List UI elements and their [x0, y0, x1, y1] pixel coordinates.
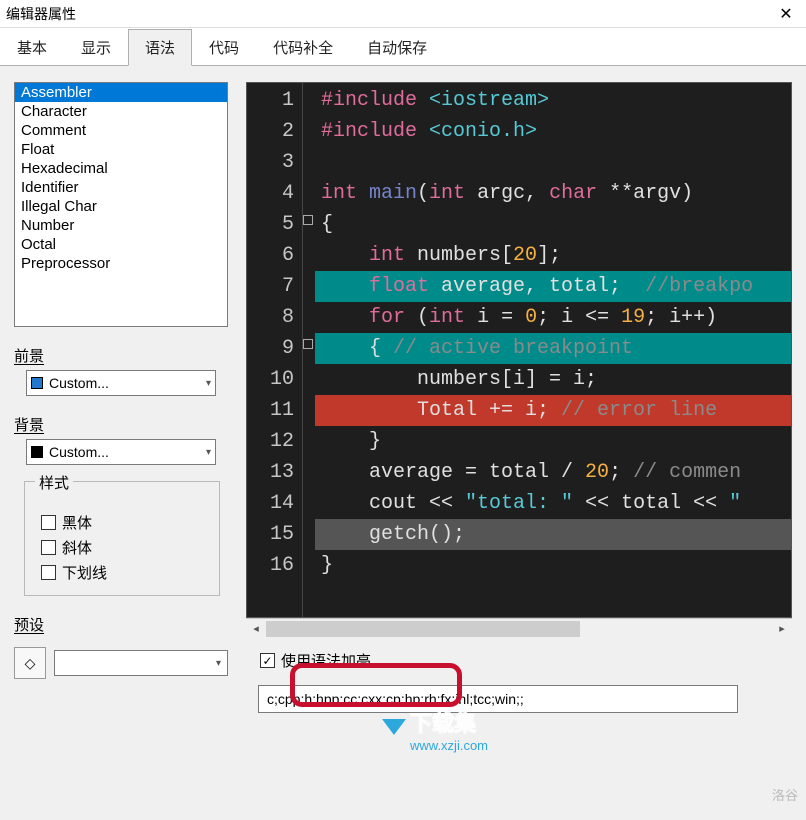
- style-group: 样式 黑体 斜体 下划线: [24, 481, 220, 596]
- background-label: 背景: [14, 414, 228, 435]
- list-item[interactable]: Assembler: [15, 83, 227, 102]
- list-item[interactable]: Octal: [15, 235, 227, 254]
- italic-checkbox-row[interactable]: 斜体: [35, 535, 209, 560]
- list-item[interactable]: Hexadecimal: [15, 159, 227, 178]
- diskette-icon: ◇: [25, 655, 36, 672]
- tab-display[interactable]: 显示: [64, 29, 128, 66]
- fold-marker-icon[interactable]: [303, 215, 313, 225]
- style-group-title: 样式: [35, 472, 73, 493]
- list-item[interactable]: Comment: [15, 121, 227, 140]
- underline-label: 下划线: [62, 562, 107, 583]
- download-arrow-icon: [382, 719, 406, 735]
- use-syntax-highlight-checkbox[interactable]: ✓ 使用语法加亮: [260, 650, 792, 671]
- code-area: #include <iostream>#include <conio.h>int…: [315, 83, 791, 617]
- syntax-element-list[interactable]: Assembler Character Comment Float Hexade…: [14, 82, 228, 327]
- title-bar: 编辑器属性 ✕: [0, 0, 806, 28]
- combo-text: Custom...: [49, 444, 206, 460]
- scroll-left-icon[interactable]: ◂: [246, 619, 266, 639]
- tab-syntax[interactable]: 语法: [128, 29, 192, 66]
- fold-marker-icon[interactable]: [303, 339, 313, 349]
- scroll-track[interactable]: [266, 619, 772, 639]
- italic-label: 斜体: [62, 537, 92, 558]
- preset-combo[interactable]: ▾: [54, 650, 228, 676]
- color-swatch-icon: [31, 377, 43, 389]
- close-icon: ✕: [779, 4, 792, 24]
- tab-autosave[interactable]: 自动保存: [350, 29, 444, 66]
- color-swatch-icon: [31, 446, 43, 458]
- list-item[interactable]: Preprocessor: [15, 254, 227, 273]
- horizontal-scrollbar[interactable]: ◂ ▸: [246, 618, 792, 638]
- window-title: 编辑器属性: [6, 4, 76, 24]
- close-button[interactable]: ✕: [766, 0, 806, 28]
- checkbox-icon: [41, 540, 56, 555]
- file-extensions-input[interactable]: [258, 685, 738, 713]
- line-number-gutter: 12345678910111213141516: [247, 83, 303, 617]
- code-preview: 12345678910111213141516 #include <iostre…: [246, 82, 792, 618]
- tab-completion[interactable]: 代码补全: [256, 29, 350, 66]
- use-syntax-highlight-label: 使用语法加亮: [281, 650, 371, 671]
- chevron-down-icon: ▾: [216, 658, 221, 669]
- list-item[interactable]: Float: [15, 140, 227, 159]
- bold-label: 黑体: [62, 512, 92, 533]
- tab-basic[interactable]: 基本: [0, 29, 64, 66]
- list-item[interactable]: Identifier: [15, 178, 227, 197]
- checkbox-icon: [41, 565, 56, 580]
- tab-bar: 基本 显示 语法 代码 代码补全 自动保存: [0, 28, 806, 66]
- scroll-thumb[interactable]: [266, 621, 580, 637]
- bold-checkbox-row[interactable]: 黑体: [35, 510, 209, 535]
- underline-checkbox-row[interactable]: 下划线: [35, 560, 209, 585]
- fold-column: [303, 83, 315, 617]
- list-item[interactable]: Character: [15, 102, 227, 121]
- background-color-combo[interactable]: Custom... ▾: [26, 439, 216, 465]
- chevron-down-icon: ▾: [206, 378, 211, 389]
- preset-save-button[interactable]: ◇: [14, 647, 46, 679]
- foreground-color-combo[interactable]: Custom... ▾: [26, 370, 216, 396]
- list-item[interactable]: Illegal Char: [15, 197, 227, 216]
- tab-code[interactable]: 代码: [192, 29, 256, 66]
- checkbox-icon: ✓: [260, 653, 275, 668]
- checkbox-icon: [41, 515, 56, 530]
- preset-label: 预设: [14, 614, 228, 635]
- scroll-right-icon[interactable]: ▸: [772, 619, 792, 639]
- combo-text: Custom...: [49, 375, 206, 391]
- footer-hint: 洛谷: [772, 785, 798, 804]
- foreground-label: 前景: [14, 345, 228, 366]
- chevron-down-icon: ▾: [206, 447, 211, 458]
- list-item[interactable]: Number: [15, 216, 227, 235]
